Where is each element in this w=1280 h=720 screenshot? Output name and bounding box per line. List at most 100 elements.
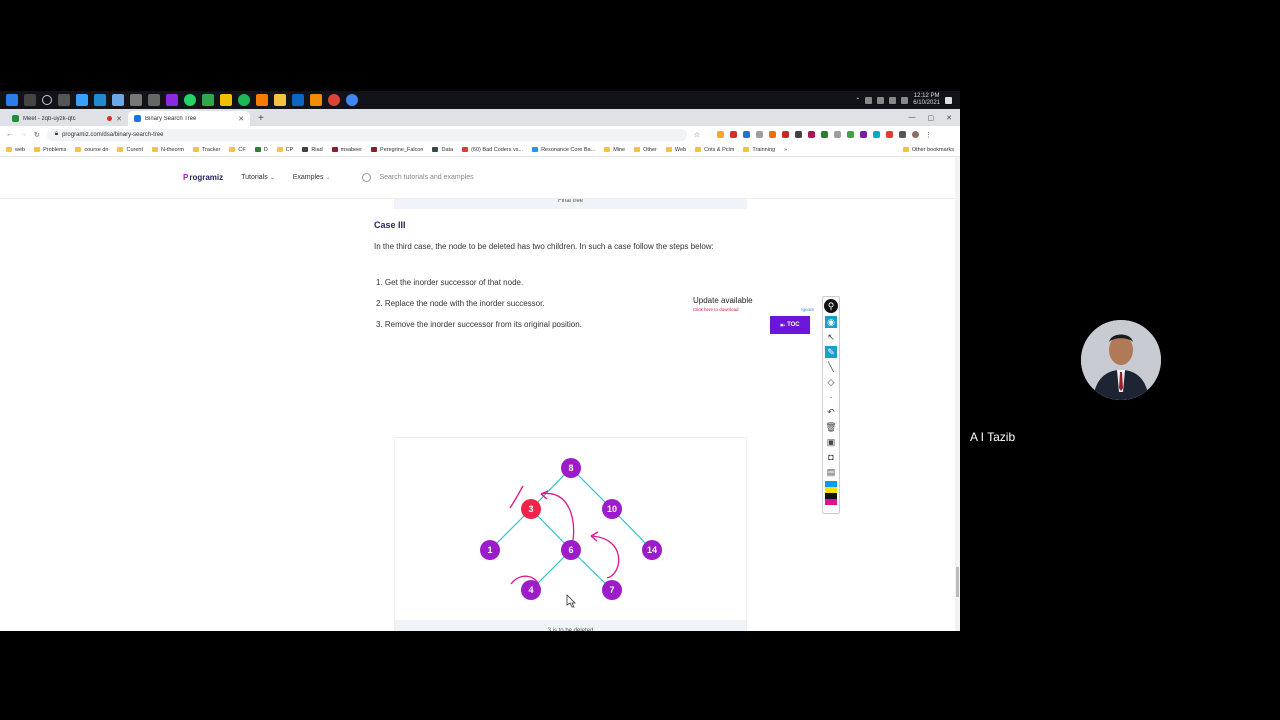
other-bookmarks[interactable]: Other bookmarks	[902, 147, 954, 153]
bookmark-item[interactable]: CP	[276, 147, 293, 153]
update-ignore-link[interactable]: Ignore	[801, 307, 814, 312]
bookmark-item[interactable]: Data	[432, 147, 453, 153]
bookmark-item[interactable]: CF	[229, 147, 246, 153]
search-icon[interactable]	[24, 94, 36, 106]
clipboard-icon[interactable]: ▤	[825, 466, 837, 478]
bookmark-item[interactable]: Peregrine_Falcon	[371, 147, 423, 153]
forward-icon[interactable]: →	[20, 131, 27, 138]
back-icon[interactable]: ←	[6, 131, 13, 138]
bookmark-item[interactable]: Tracker	[192, 147, 220, 153]
bookmark-item[interactable]: D	[254, 147, 268, 153]
bookmark-item[interactable]: Web	[665, 147, 686, 153]
close-tab-icon[interactable]: ✕	[116, 115, 122, 123]
extension-icon[interactable]	[730, 131, 738, 138]
nav-examples[interactable]: Examples ⌄	[293, 174, 331, 181]
tab-meet[interactable]: Meet - zqb-uyzk-qtc ✕	[6, 111, 128, 126]
nav-tutorials[interactable]: Tutorials ⌄	[241, 174, 275, 181]
clock[interactable]: 12:12 PM 6/10/2021	[913, 93, 940, 107]
extension-icon[interactable]	[834, 131, 842, 138]
app-icon[interactable]	[148, 94, 160, 106]
url-field[interactable]: 🔒︎ programiz.com/dsa/binary-search-tree	[46, 128, 687, 141]
bookmark-item[interactable]: Cnts & Pclm	[695, 147, 734, 153]
extension-icon[interactable]	[821, 131, 829, 138]
trash-icon[interactable]: 🗑︎	[825, 421, 837, 433]
mail-icon[interactable]	[112, 94, 124, 106]
eraser-icon[interactable]: ◇	[825, 376, 837, 388]
annotation-app-logo-icon[interactable]: ⚲	[824, 299, 838, 313]
extension-icon[interactable]	[717, 131, 725, 138]
vscode-icon[interactable]	[94, 94, 106, 106]
menu-kebab-icon[interactable]: ⋮	[925, 131, 932, 139]
cursor-icon[interactable]: ↖	[825, 331, 837, 343]
bookmark-item[interactable]: Problems	[34, 147, 66, 153]
reload-icon[interactable]: ↻	[34, 131, 40, 139]
extension-icon[interactable]	[795, 131, 803, 138]
new-tab-button[interactable]: +	[250, 113, 272, 126]
windows-start-icon[interactable]	[6, 94, 18, 106]
onenote-icon[interactable]	[166, 94, 178, 106]
store-icon[interactable]	[76, 94, 88, 106]
bookmark-item[interactable]: (60) Bad Coders vs...	[462, 147, 523, 153]
bookmark-item[interactable]: course dn	[75, 147, 108, 153]
extensions-puzzle-icon[interactable]	[899, 131, 907, 138]
update-popup[interactable]: Update available Click here to download …	[692, 295, 816, 315]
search-app-icon[interactable]	[256, 94, 268, 106]
extension-icon[interactable]	[743, 131, 751, 138]
bookmark-star-icon[interactable]: ☆	[694, 131, 700, 139]
file-explorer-icon[interactable]	[274, 94, 286, 106]
dot-icon[interactable]: ·	[825, 391, 837, 403]
extension-icon[interactable]	[769, 131, 777, 138]
volume-icon[interactable]	[889, 96, 897, 104]
color-palette[interactable]	[825, 481, 837, 505]
screenshot-icon[interactable]: ▣	[825, 436, 837, 448]
profile-avatar-icon[interactable]	[912, 131, 920, 138]
chevron-up-icon[interactable]: ⌃	[855, 97, 860, 104]
bookmark-item[interactable]: N-theorm	[152, 147, 184, 153]
network-icon[interactable]	[877, 96, 885, 104]
notifications-icon[interactable]	[945, 96, 952, 104]
close-tab-icon[interactable]: ✕	[238, 115, 244, 123]
extension-icon[interactable]	[860, 131, 868, 138]
extension-icon[interactable]	[808, 131, 816, 138]
programiz-logo[interactable]: Programiz	[183, 173, 223, 182]
extension-icon[interactable]	[847, 131, 855, 138]
spotify-icon[interactable]	[238, 94, 250, 106]
extension-icon[interactable]	[873, 131, 881, 138]
update-download-link[interactable]: Click here to download	[693, 307, 739, 312]
chrome-profile-icon[interactable]	[346, 94, 358, 106]
bookmark-item[interactable]: Other	[634, 147, 657, 153]
bookmark-item[interactable]: Riad	[302, 147, 323, 153]
scrollbar-thumb[interactable]	[956, 567, 959, 597]
participant-tile[interactable]: A I Tazib	[960, 270, 1280, 450]
close-window-icon[interactable]: ✕	[946, 114, 952, 122]
line-icon[interactable]: ╲	[825, 361, 837, 373]
undo-icon[interactable]: ↶	[825, 406, 837, 418]
eye-icon[interactable]: ◉	[825, 316, 837, 328]
extension-icon[interactable]	[782, 131, 790, 138]
extension-icon[interactable]	[756, 131, 764, 138]
chrome-icon[interactable]	[328, 94, 340, 106]
camera-icon[interactable]: ◘	[825, 451, 837, 463]
maximize-icon[interactable]: ▢	[928, 114, 935, 122]
whatsapp-icon[interactable]	[184, 94, 196, 106]
bookmark-item[interactable]: Resonance Core Ba...	[532, 147, 595, 153]
bookmark-item[interactable]: web	[6, 147, 25, 153]
cortana-icon[interactable]	[42, 95, 52, 105]
maps-icon[interactable]	[130, 94, 142, 106]
bookmark-item[interactable]: Mine	[604, 147, 625, 153]
cloud-icon[interactable]	[901, 96, 909, 104]
sublime-icon[interactable]	[310, 94, 322, 106]
sticky-notes-icon[interactable]	[220, 94, 232, 106]
bookmarks-overflow-button[interactable]: »	[784, 147, 787, 153]
vpn-icon[interactable]	[292, 94, 304, 106]
excel-icon[interactable]	[202, 94, 214, 106]
site-search[interactable]: Search tutorials and examples	[362, 173, 474, 182]
microphone-icon[interactable]	[865, 96, 873, 104]
tab-binary-search-tree[interactable]: Binary Search Tree ✕	[128, 111, 250, 126]
toc-button[interactable]: ⇤ TOC	[770, 316, 810, 334]
extension-icon[interactable]	[886, 131, 894, 138]
minimize-icon[interactable]: —	[909, 114, 916, 122]
bookmark-item[interactable]: Curent	[117, 147, 143, 153]
pen-icon[interactable]: ✎	[825, 346, 837, 358]
task-view-icon[interactable]	[58, 94, 70, 106]
